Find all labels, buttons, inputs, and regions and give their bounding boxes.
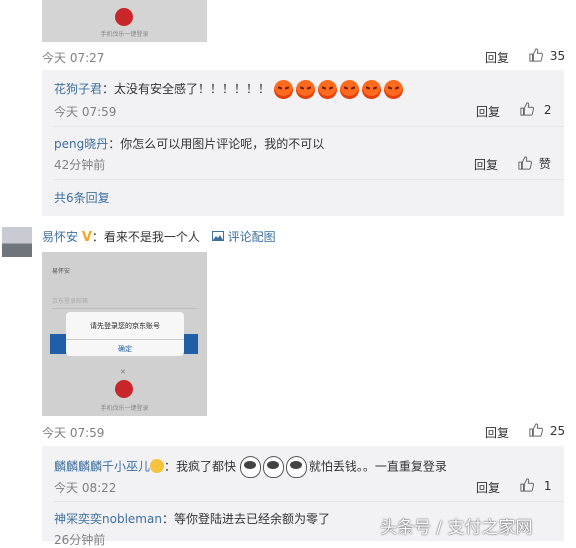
reply-item: 神冞奕奕nobleman：等你登陆进去已经余额为零了: [54, 512, 330, 526]
penguin-emoji-icon: [262, 456, 284, 478]
like-button[interactable]: 25: [529, 423, 565, 438]
reply-time: 今天 07:59: [54, 105, 117, 119]
reply-button[interactable]: 回复: [476, 103, 500, 120]
like-count: 2: [543, 103, 552, 117]
penguin-emoji-icon: [285, 456, 307, 478]
reply-text: 就怕丢钱。。一直重复登录: [308, 459, 447, 474]
comment-author[interactable]: 易怀安: [42, 230, 78, 244]
divider: [54, 179, 564, 180]
reply-button[interactable]: 回复: [476, 479, 500, 496]
like-button[interactable]: 1: [520, 478, 551, 493]
comment-text: 看来不是我一个人: [103, 230, 200, 244]
image-input-placeholder: 京东登录邮箱: [52, 298, 89, 305]
comment-image-thumbnail[interactable]: 手机伐乐一键登录: [42, 0, 207, 42]
reply-item: 麟麟麟麟千小巫儿 ：我疯了都快 就怕丢钱。。一直重复登录: [54, 456, 447, 478]
divider: [54, 126, 564, 127]
dialog-ok-button: 确定: [118, 345, 132, 353]
reply-item: 花狗子君：太没有安全感了！！！！！！: [54, 80, 406, 99]
like-label: 赞: [538, 157, 551, 171]
reply-author[interactable]: 花狗子君: [54, 82, 102, 96]
thumbs-up-icon: [518, 156, 532, 170]
like-button[interactable]: 35: [529, 48, 565, 63]
reply-button[interactable]: 回复: [485, 424, 509, 441]
avatar[interactable]: [2, 227, 32, 257]
like-count: 1: [543, 479, 552, 493]
reply-time: 42分钟前: [54, 158, 106, 172]
thumbs-up-icon: [520, 478, 534, 492]
reply-text: 等你登陆进去已经余额为零了: [173, 512, 330, 526]
reply-text: 太没有安全感了！！！！！！: [114, 82, 271, 96]
image-caption: 手机伐乐一键登录: [100, 405, 149, 412]
comment-time: 今天 07:59: [42, 426, 105, 440]
app-logo-icon: [115, 8, 133, 26]
reply-author[interactable]: 麟麟麟麟千小巫儿: [54, 460, 150, 474]
watermark: 头条号 / 支付之家网: [380, 518, 533, 538]
reply-time: 26分钟前: [54, 533, 106, 547]
vip-badge-icon: V: [81, 230, 92, 245]
close-icon: ✕: [120, 368, 126, 376]
angry-emoji-row: [273, 80, 406, 99]
penguin-emoji-icon: [239, 456, 261, 478]
thumbs-up-icon: [520, 102, 534, 116]
reply-author[interactable]: 神冞奕奕nobleman: [54, 512, 162, 526]
comment-image-link[interactable]: 评论配图: [228, 230, 276, 244]
like-count: 35: [549, 49, 566, 63]
login-dialog: 请先登录您的京东账号 确定: [66, 312, 184, 356]
comment-image[interactable]: 易怀安 京东登录邮箱 请先登录您的京东账号 确定 ✕ 手机伐乐一键登录: [42, 252, 207, 416]
thumbnail-caption: 手机伐乐一键登录: [100, 31, 149, 38]
reply-item: peng晓丹：你怎么可以用图片评论呢，我的不可以: [54, 137, 325, 151]
reply-text: 我疯了都快: [176, 459, 237, 474]
app-logo-icon: [115, 380, 133, 398]
crying-emoji-icon: [150, 458, 165, 473]
divider: [54, 501, 564, 502]
like-button[interactable]: 2: [520, 102, 551, 117]
image-icon: [211, 230, 228, 244]
comment-body: 易怀安 V：看来不是我一个人 评论配图: [42, 230, 276, 245]
reply-button[interactable]: 回复: [474, 156, 498, 173]
dialog-message: 请先登录您的京东账号: [90, 322, 160, 330]
reply-time: 今天 08:22: [54, 481, 117, 495]
like-button[interactable]: 赞: [518, 155, 551, 172]
like-count: 25: [549, 424, 566, 438]
reply-button[interactable]: 回复: [485, 49, 509, 66]
image-header-text: 易怀安: [52, 268, 71, 275]
reply-author[interactable]: peng晓丹: [54, 137, 108, 151]
view-all-replies-link[interactable]: 共6条回复: [54, 189, 110, 206]
comment-time: 今天 07:27: [42, 51, 105, 65]
thumbs-up-icon: [529, 423, 543, 437]
thumbs-up-icon: [529, 48, 543, 62]
reply-text: 你怎么可以用图片评论呢，我的不可以: [120, 137, 325, 151]
